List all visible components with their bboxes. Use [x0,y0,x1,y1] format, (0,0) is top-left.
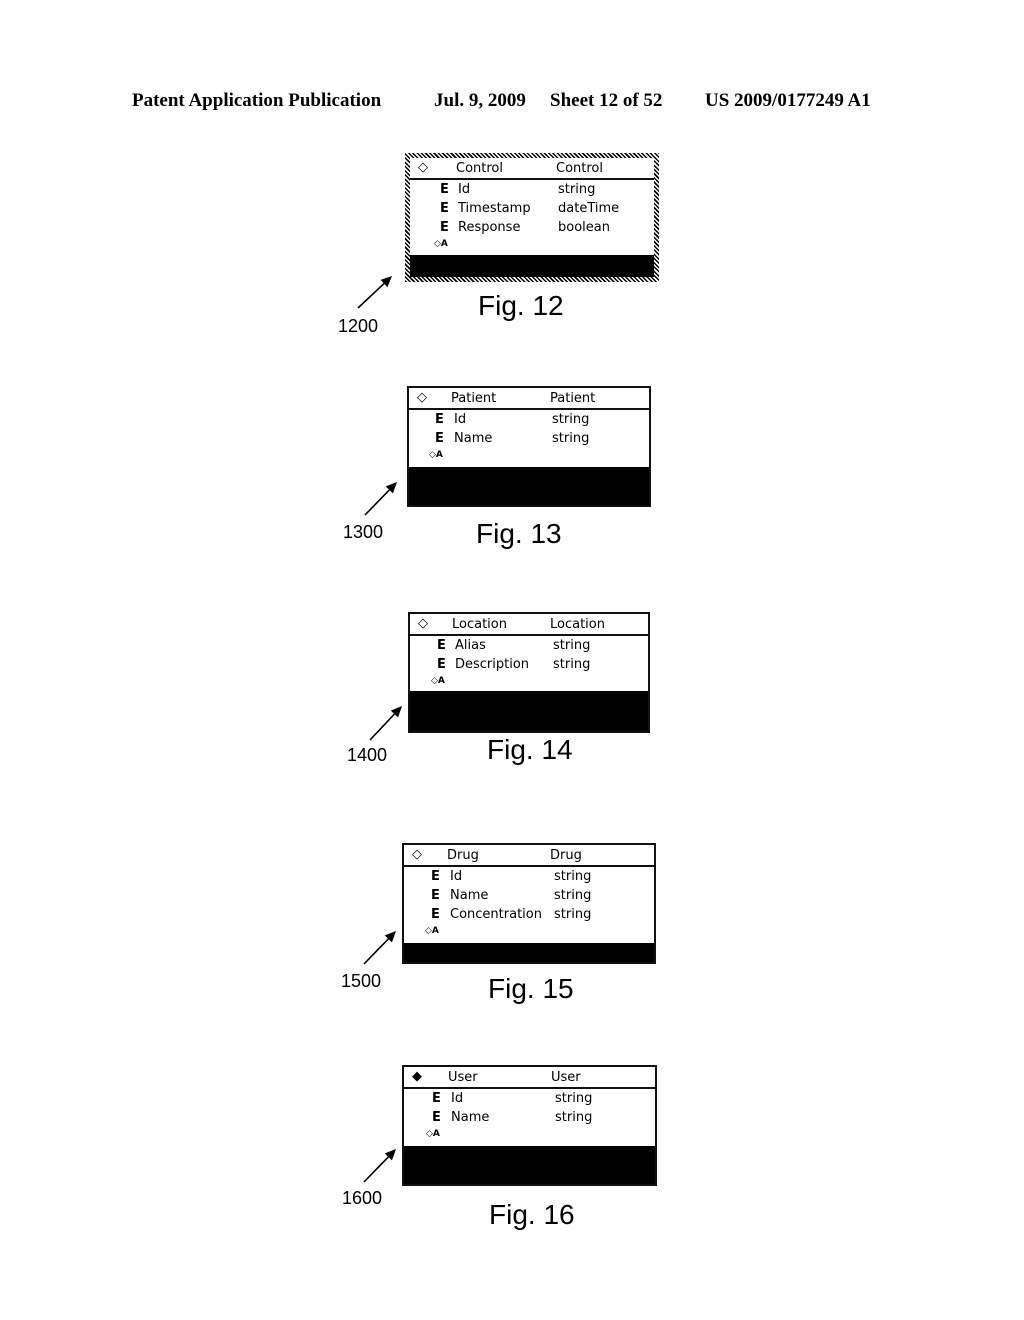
arrow-shaft [363,1156,389,1183]
leader-arrow-icon [363,1149,396,1183]
